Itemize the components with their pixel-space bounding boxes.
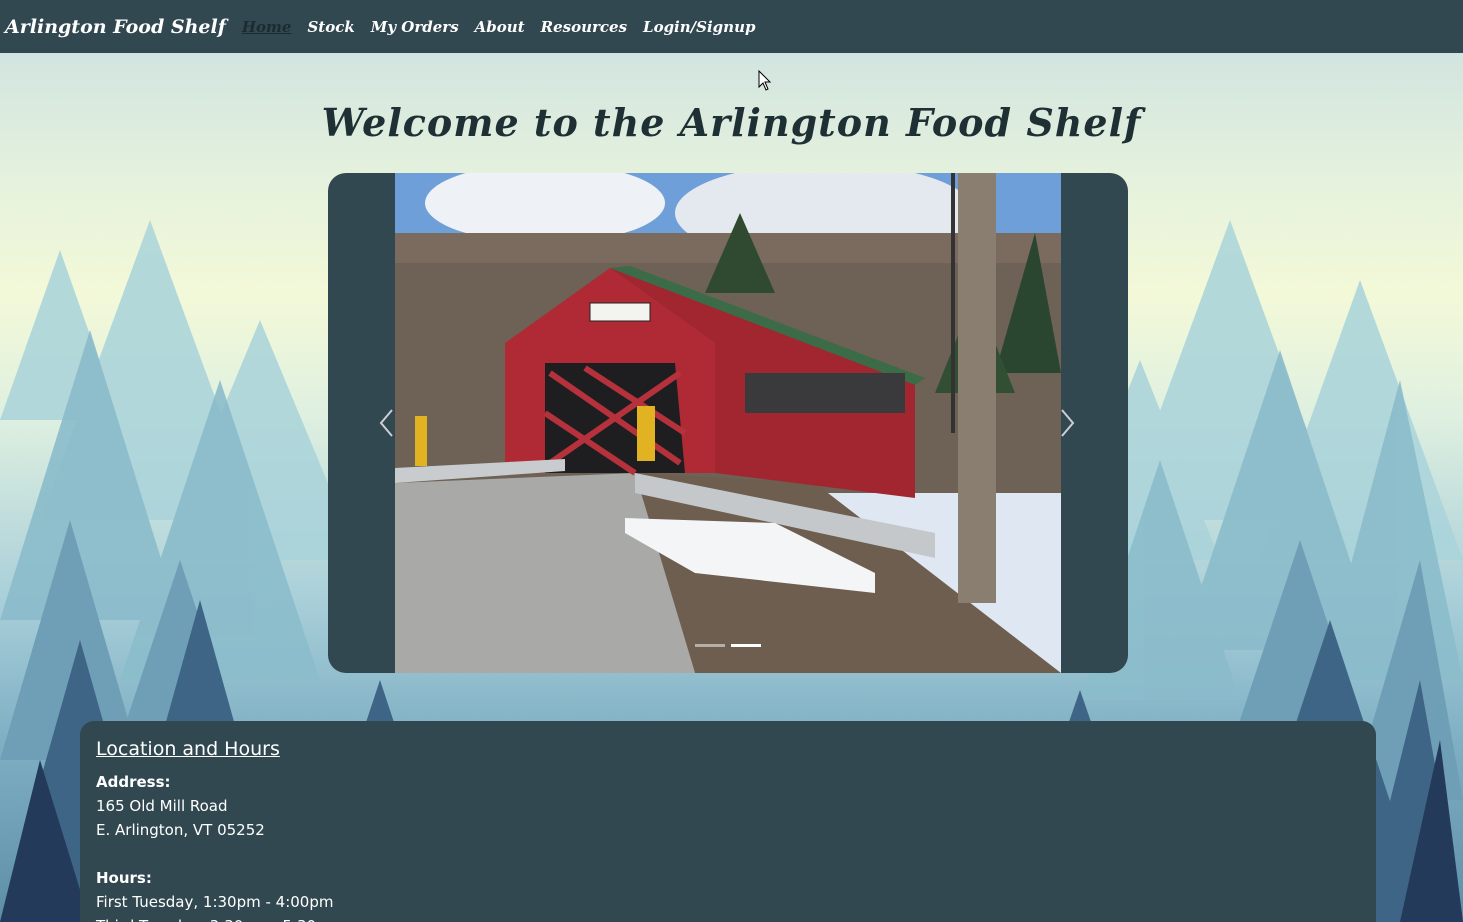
nav-link-login-signup[interactable]: Login/Signup xyxy=(643,18,755,36)
location-hours-panel: Location and Hours Address: 165 Old Mill… xyxy=(80,721,1376,922)
hours-label: Hours: xyxy=(96,869,152,887)
top-navbar: Arlington Food Shelf Home Stock My Order… xyxy=(0,0,1463,53)
page-title: Welcome to the Arlington Food Shelf xyxy=(321,100,1142,145)
nav-link-resources[interactable]: Resources xyxy=(541,18,627,36)
address-line-2: E. Arlington, VT 05252 xyxy=(96,821,265,839)
nav-link-home[interactable]: Home xyxy=(242,18,292,36)
hours-line-1: First Tuesday, 1:30pm - 4:00pm xyxy=(96,893,334,911)
mouse-cursor-icon xyxy=(758,70,772,91)
chevron-right-icon[interactable] xyxy=(1060,408,1076,438)
address-line-1: 165 Old Mill Road xyxy=(96,797,228,815)
nav-link-about[interactable]: About xyxy=(475,18,525,36)
site-brand[interactable]: Arlington Food Shelf xyxy=(5,16,226,38)
image-carousel xyxy=(328,173,1128,673)
address-label: Address: xyxy=(96,773,171,791)
nav-link-my-orders[interactable]: My Orders xyxy=(371,18,459,36)
covered-bridge-photo xyxy=(395,173,1061,673)
hours-line-2: Third Tuesday, 3:30pm - 5:30pm xyxy=(96,914,1360,922)
nav-link-stock[interactable]: Stock xyxy=(307,18,354,36)
carousel-indicator-1[interactable] xyxy=(695,644,725,647)
location-hours-heading: Location and Hours xyxy=(96,738,280,760)
carousel-indicator-2[interactable] xyxy=(731,644,761,647)
chevron-left-icon[interactable] xyxy=(378,408,394,438)
